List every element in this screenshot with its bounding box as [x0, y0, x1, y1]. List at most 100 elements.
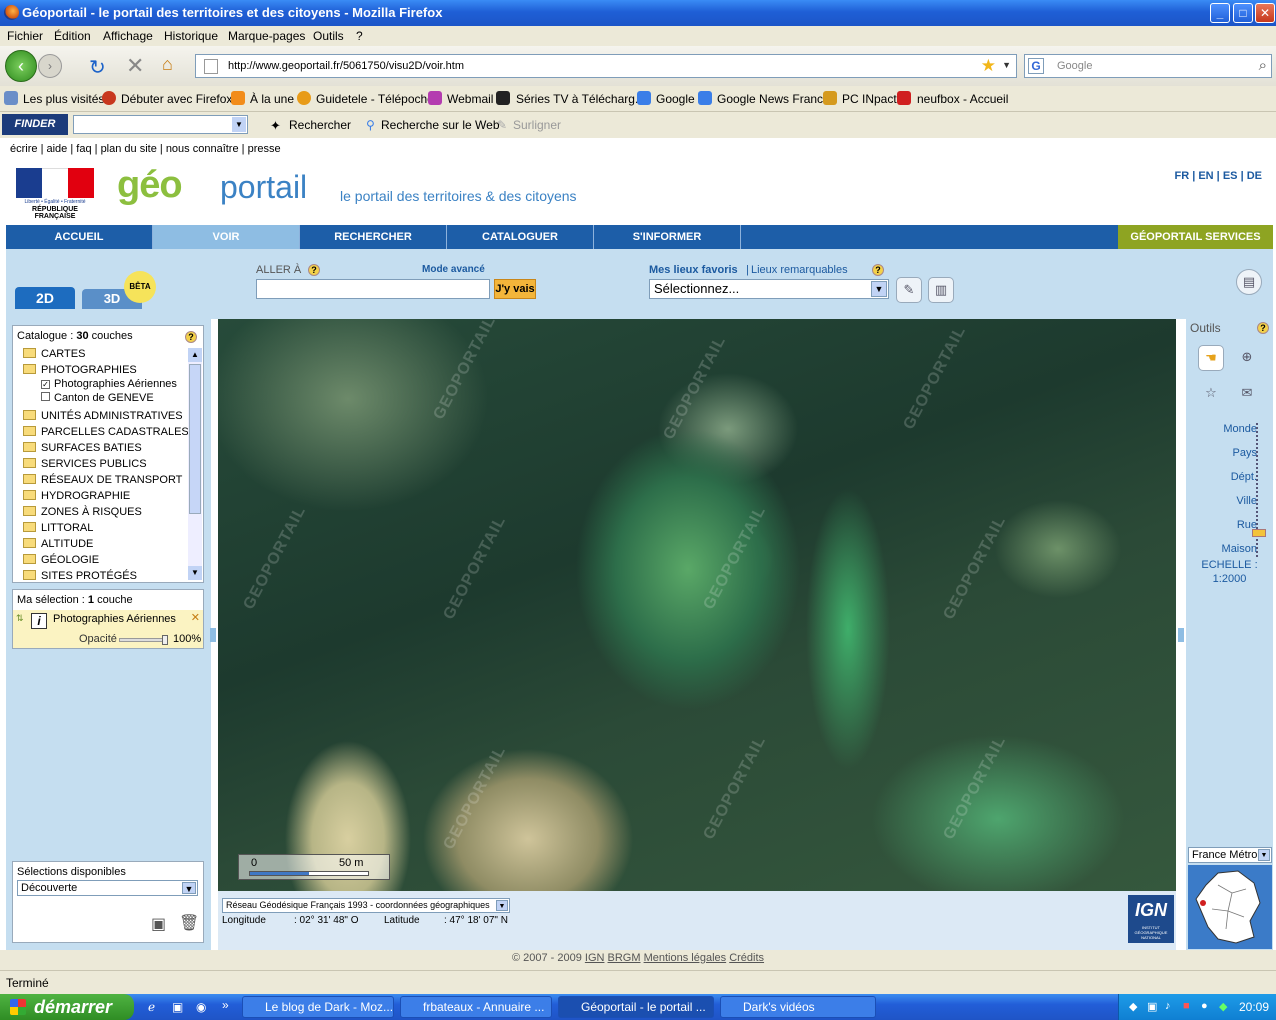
- zoom-box-icon[interactable]: ⊕: [1234, 345, 1260, 371]
- zoom-slider-thumb[interactable]: [1252, 529, 1266, 537]
- catalog-item[interactable]: SURFACES BATIES: [23, 442, 142, 454]
- lang-de[interactable]: DE: [1247, 170, 1262, 182]
- chevron-down-icon[interactable]: ▼: [1258, 849, 1270, 861]
- quicklaunch-ie-icon[interactable]: ℯ: [148, 1000, 155, 1014]
- menu-marque-pages[interactable]: Marque-pages: [228, 29, 305, 43]
- favoris-select[interactable]: Sélectionnez... ▼: [649, 279, 889, 299]
- chevron-down-icon[interactable]: ▼: [871, 281, 887, 297]
- collapse-left-panel-icon[interactable]: [210, 628, 216, 642]
- republique-francaise-logo[interactable]: Liberté • Égalité • Fraternité RÉPUBLIQU…: [15, 168, 95, 220]
- bookmark-item[interactable]: Webmail: [447, 92, 493, 106]
- trash-icon[interactable]: ▥: [928, 277, 954, 303]
- catalog-item[interactable]: UNITÉS ADMINISTRATIVES: [23, 410, 183, 422]
- catalog-item[interactable]: LITTORAL: [23, 522, 93, 534]
- menu-affichage[interactable]: Affichage: [103, 29, 153, 43]
- tray-security-icon[interactable]: ■: [1183, 1000, 1190, 1012]
- bookmark-item[interactable]: Google News France: [717, 92, 830, 106]
- chevron-down-icon[interactable]: ▼: [232, 117, 246, 132]
- window-icon[interactable]: ▤: [1236, 269, 1262, 295]
- lang-en[interactable]: EN: [1198, 170, 1213, 182]
- finder-search-input[interactable]: ▼: [73, 115, 248, 134]
- catalog-item[interactable]: PHOTOGRAPHIES: [23, 364, 137, 376]
- catalog-item[interactable]: HYDROGRAPHIE: [23, 490, 130, 502]
- reload-icon[interactable]: ↻: [89, 55, 106, 80]
- catalog-item[interactable]: ZONES À RISQUES: [23, 506, 142, 518]
- taskbar-item[interactable]: Dark's vidéos: [720, 996, 876, 1018]
- footer-link-mentions[interactable]: Mentions légales: [644, 952, 727, 964]
- favorite-star-icon[interactable]: ☆: [1198, 381, 1224, 407]
- link-ecrire[interactable]: écrire: [10, 143, 38, 155]
- catalog-item[interactable]: SERVICES PUBLICS: [23, 458, 147, 470]
- bookmark-item[interactable]: PC INpact: [842, 92, 897, 106]
- selected-layer[interactable]: ⇅ i Photographies Aériennes ✕ Opacité 10…: [13, 610, 203, 648]
- nav-geoportail-services[interactable]: GÉOPORTAIL SERVICES: [1118, 225, 1273, 249]
- layer-checkbox[interactable]: ✓: [41, 380, 50, 389]
- mode-avance-link[interactable]: Mode avancé: [422, 264, 485, 275]
- help-icon[interactable]: ?: [1257, 322, 1269, 334]
- window-title-bar[interactable]: Géoportail - le portail des territoires …: [0, 0, 1276, 26]
- bookmark-item[interactable]: Les plus visités: [23, 92, 104, 106]
- start-button[interactable]: démarrer: [0, 994, 134, 1020]
- opacity-slider-thumb[interactable]: [162, 635, 168, 645]
- menu-help[interactable]: ?: [356, 29, 363, 43]
- finder-search-button[interactable]: Rechercher: [289, 118, 351, 132]
- back-button[interactable]: ‹: [5, 50, 37, 82]
- info-icon[interactable]: i: [31, 613, 47, 629]
- opacity-slider[interactable]: [119, 635, 168, 645]
- quicklaunch-more-icon[interactable]: »: [222, 998, 229, 1012]
- help-icon[interactable]: ?: [872, 264, 884, 276]
- google-engine-icon[interactable]: G: [1028, 58, 1044, 74]
- help-icon[interactable]: ?: [185, 331, 197, 343]
- geoportail-logo-portail[interactable]: portail: [220, 169, 307, 206]
- lang-fr[interactable]: FR: [1174, 170, 1189, 182]
- geoportail-logo-geo[interactable]: géo: [117, 164, 183, 207]
- collapse-right-panel-icon[interactable]: [1178, 628, 1184, 642]
- catalog-item[interactable]: CARTES: [23, 348, 85, 360]
- help-icon[interactable]: ?: [308, 264, 320, 276]
- remove-layer-icon[interactable]: ✕: [191, 611, 200, 624]
- menu-outils[interactable]: Outils: [313, 29, 344, 43]
- footer-link-brgm[interactable]: BRGM: [608, 952, 641, 964]
- save-icon[interactable]: ▣: [151, 914, 166, 934]
- tab-2d[interactable]: 2D: [15, 287, 75, 309]
- footer-link-credits[interactable]: Crédits: [729, 952, 764, 964]
- taskbar-item[interactable]: Le blog de Dark - Moz...: [242, 996, 394, 1018]
- zoom-level-ville[interactable]: Ville: [1236, 495, 1257, 507]
- menu-historique[interactable]: Historique: [164, 29, 218, 43]
- menu-fichier[interactable]: Fichier: [7, 29, 43, 43]
- move-layer-icon[interactable]: ⇅: [16, 613, 24, 624]
- bookmark-item[interactable]: Débuter avec Firefox: [121, 92, 232, 106]
- catalog-item[interactable]: GÉOLOGIE: [23, 554, 99, 566]
- aller-a-input[interactable]: [256, 279, 490, 299]
- highlight-button[interactable]: Surligner: [513, 118, 561, 132]
- trash-icon[interactable]: 🗑: [179, 913, 199, 933]
- nav-cataloguer[interactable]: CATALOGUER: [447, 225, 594, 249]
- bookmark-item[interactable]: À la une: [250, 92, 294, 106]
- forward-button[interactable]: ›: [38, 54, 62, 78]
- jy-vais-button[interactable]: J'y vais: [494, 279, 536, 299]
- chevron-down-icon[interactable]: ▼: [1002, 60, 1011, 70]
- catalog-item[interactable]: RÉSEAUX DE TRANSPORT: [23, 474, 182, 486]
- ign-logo[interactable]: IGN INSTITUT GÉOGRAPHIQUE NATIONAL: [1128, 895, 1174, 943]
- zoom-level-monde[interactable]: Monde: [1223, 423, 1257, 435]
- finder-logo[interactable]: FINDER: [2, 114, 68, 135]
- chevron-down-icon[interactable]: ▼: [182, 882, 196, 894]
- chevron-down-icon[interactable]: ▼: [496, 900, 508, 911]
- close-button[interactable]: ✕: [1255, 3, 1275, 23]
- quicklaunch-desktop-icon[interactable]: ▣: [172, 1000, 183, 1014]
- nav-accueil[interactable]: ACCUEIL: [6, 225, 153, 249]
- tray-network-icon[interactable]: ◆: [1129, 1000, 1137, 1013]
- bookmark-item[interactable]: Google: [656, 92, 695, 106]
- catalog-item[interactable]: SITES PROTÉGÉS: [23, 570, 137, 582]
- overview-minimap[interactable]: [1188, 865, 1272, 949]
- lang-es[interactable]: ES: [1223, 170, 1238, 182]
- search-bar[interactable]: G Google ⌕: [1024, 54, 1272, 78]
- footer-link-ign[interactable]: IGN: [585, 952, 605, 964]
- lieux-remarquables-link[interactable]: Lieux remarquables: [751, 264, 848, 276]
- pin-icon[interactable]: ✎: [896, 277, 922, 303]
- projection-select[interactable]: Réseau Géodésique Français 1993 - coordo…: [222, 898, 510, 913]
- nav-voir[interactable]: VOIR: [153, 225, 300, 249]
- aerial-map-view[interactable]: GEOPORTAIL GEOPORTAIL GEOPORTAIL GEOPORT…: [218, 319, 1176, 891]
- menu-edition[interactable]: Édition: [54, 29, 91, 43]
- catalog-scrollbar[interactable]: ▲ ▼: [188, 348, 202, 580]
